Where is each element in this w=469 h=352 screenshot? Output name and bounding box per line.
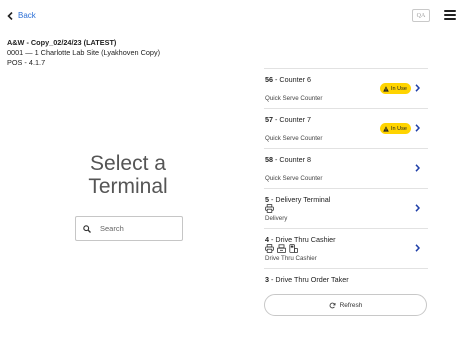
terminal-number: 4: [265, 235, 269, 244]
in-use-badge: In Use: [380, 83, 411, 94]
printer-icon: [265, 204, 274, 213]
page-title-line-2: Terminal: [88, 175, 168, 198]
qa-badge: QA: [412, 9, 430, 22]
top-bar: Back QA: [0, 0, 469, 32]
page-title-line-1: Select a: [90, 152, 166, 175]
terminal-name: Counter 7: [279, 115, 311, 124]
peripheral-icons: [265, 204, 274, 213]
chevron-right-icon: [415, 124, 420, 132]
terminal-title: 58 - Counter 8: [265, 155, 311, 164]
refresh-icon: [329, 302, 336, 308]
terminal-row[interactable]: 5 - Delivery Terminal Delivery: [264, 189, 428, 229]
card-reader-icon: [289, 244, 298, 253]
terminal-row[interactable]: 57 - Counter 7 Quick Serve Counter In Us…: [264, 109, 428, 149]
peripheral-icons: [265, 244, 298, 253]
terminal-row[interactable]: 56 - Counter 6 Quick Serve Counter In Us…: [264, 69, 428, 109]
terminal-subtitle: Drive Thru Cashier: [265, 255, 317, 262]
terminal-name: Drive Thru Cashier: [275, 235, 336, 244]
site-name: A&W - Copy_02/24/23 (LATEST): [7, 38, 117, 47]
terminal-subtitle: Quick Serve Counter: [265, 135, 323, 142]
printer-icon: [265, 244, 274, 253]
terminal-title: 56 - Counter 6: [265, 75, 311, 84]
terminal-title: 3 - Drive Thru Order Taker: [265, 275, 349, 284]
chevron-right-icon: [415, 164, 420, 172]
site-info: A&W - Copy_02/24/23 (LATEST) 0001 — 1 Ch…: [7, 38, 160, 68]
back-label: Back: [18, 11, 36, 20]
chevron-right-icon: [415, 244, 420, 252]
in-use-badge: In Use: [380, 123, 411, 134]
in-use-label: In Use: [391, 85, 407, 92]
terminal-title: 4 - Drive Thru Cashier: [265, 235, 336, 244]
terminal-name: Counter 6: [279, 75, 311, 84]
terminal-subtitle: Quick Serve Counter: [265, 95, 323, 102]
terminal-title: 5 - Delivery Terminal: [265, 195, 331, 204]
terminal-name: Delivery Terminal: [275, 195, 331, 204]
terminal-row[interactable]: 58 - Counter 8 Quick Serve Counter: [264, 149, 428, 189]
terminal-list: 56 - Counter 6 Quick Serve Counter In Us…: [264, 68, 428, 299]
refresh-label: Refresh: [339, 301, 363, 309]
terminal-title: 57 - Counter 7: [265, 115, 311, 124]
terminal-name: Drive Thru Order Taker: [275, 275, 349, 284]
chevron-left-icon: [7, 11, 13, 20]
terminal-row[interactable]: 4 - Drive Thru Cashier Drive Thru Cashie…: [264, 229, 428, 269]
terminal-number: 56: [265, 75, 273, 84]
hamburger-menu-icon[interactable]: [444, 10, 456, 20]
terminal-subtitle: Delivery: [265, 215, 288, 222]
cash-drawer-icon: [277, 244, 286, 253]
terminal-number: 5: [265, 195, 269, 204]
chevron-right-icon: [415, 84, 420, 92]
search-input[interactable]: [100, 224, 178, 233]
chevron-right-icon: [415, 204, 420, 212]
search-icon: [83, 224, 91, 233]
warning-icon: [383, 125, 389, 132]
page-title: Select a Terminal: [76, 152, 180, 198]
back-button[interactable]: Back: [7, 11, 36, 20]
terminal-number: 58: [265, 155, 273, 164]
refresh-button[interactable]: Refresh: [264, 294, 427, 316]
in-use-label: In Use: [391, 125, 407, 132]
search-box[interactable]: [75, 216, 183, 241]
site-location: 0001 — 1 Charlotte Lab Site (Lyakhoven C…: [7, 48, 161, 57]
terminal-subtitle: Quick Serve Counter: [265, 175, 323, 182]
terminal-number: 57: [265, 115, 273, 124]
terminal-number: 3: [265, 275, 269, 284]
warning-icon: [383, 85, 389, 92]
terminal-name: Counter 8: [279, 155, 311, 164]
pos-version: POS - 4.1.7: [7, 58, 46, 67]
